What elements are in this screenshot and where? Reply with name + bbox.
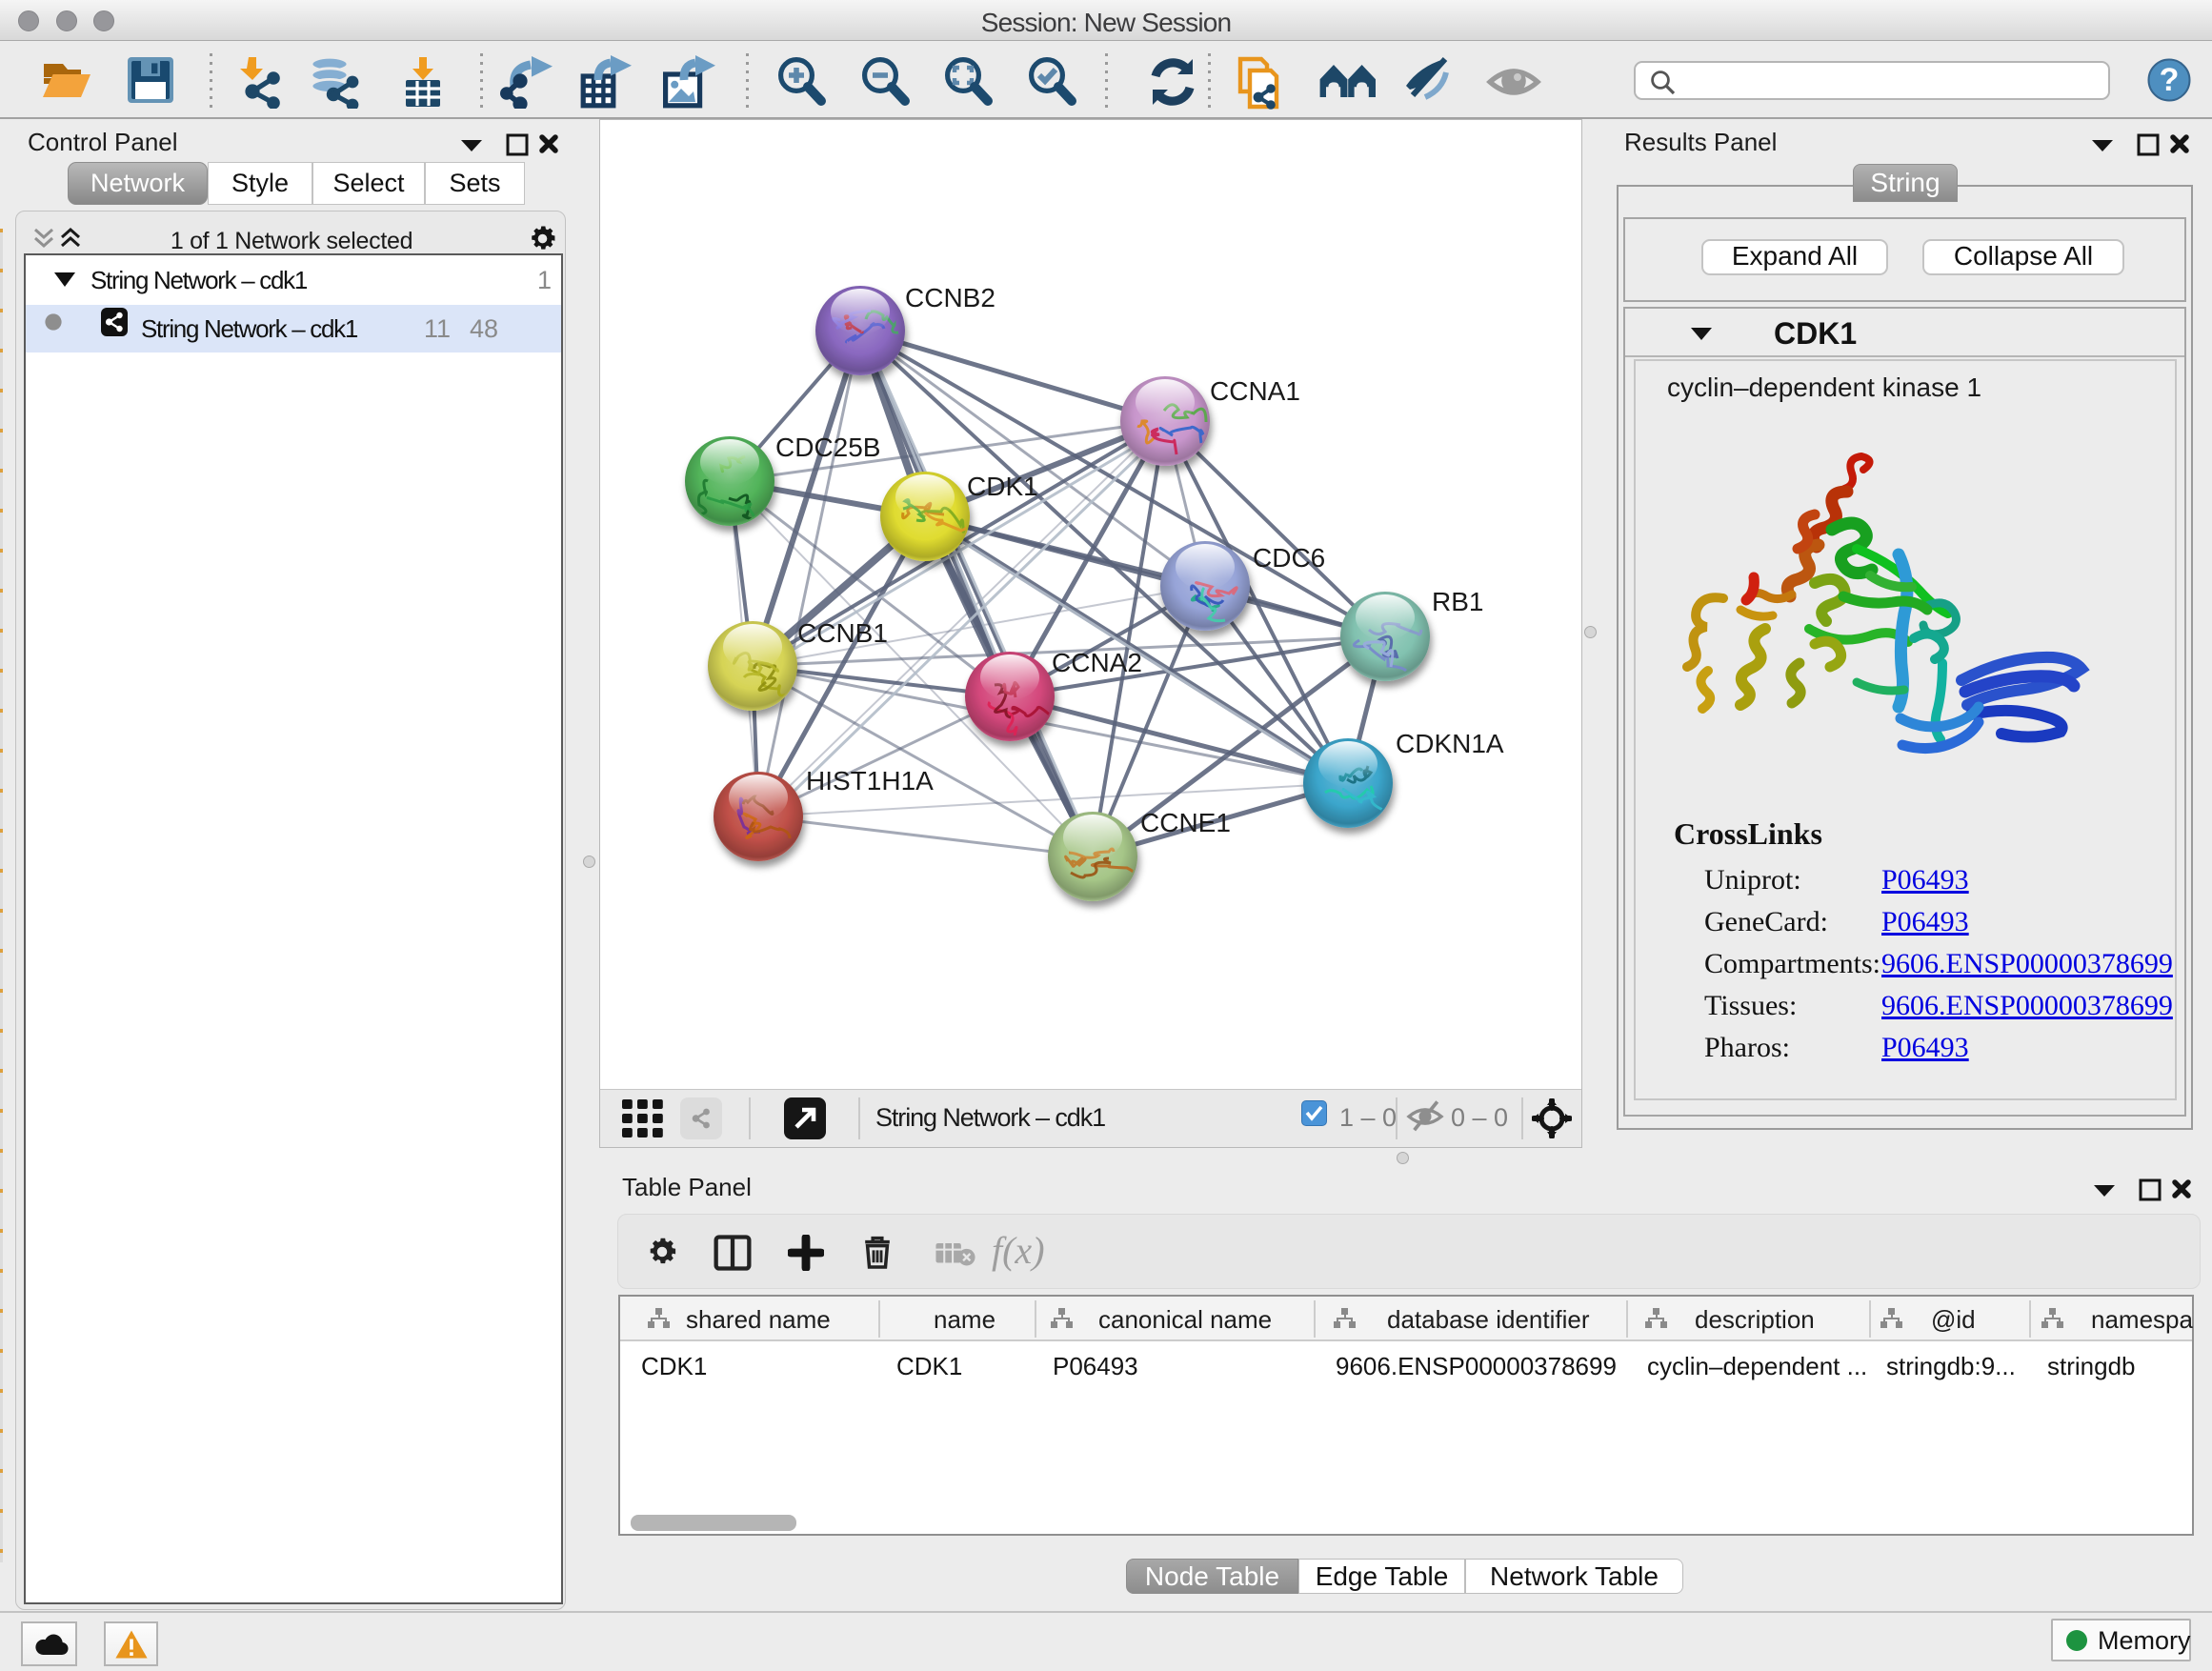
svg-text:HIST1H1A: HIST1H1A	[806, 766, 934, 795]
svg-text:CDC25B: CDC25B	[775, 433, 880, 462]
svg-text:CDKN1A: CDKN1A	[1396, 729, 1504, 758]
svg-text:CDC6: CDC6	[1253, 543, 1325, 573]
svg-text:CCNB2: CCNB2	[905, 283, 995, 312]
svg-text:CDK1: CDK1	[967, 472, 1038, 501]
svg-text:CCNA2: CCNA2	[1052, 648, 1142, 677]
svg-text:CCNB1: CCNB1	[797, 618, 888, 648]
svg-text:?: ?	[2160, 62, 2180, 98]
svg-text:CCNE1: CCNE1	[1140, 808, 1231, 837]
svg-text:RB1: RB1	[1432, 587, 1483, 616]
svg-text:CCNA1: CCNA1	[1210, 376, 1300, 406]
